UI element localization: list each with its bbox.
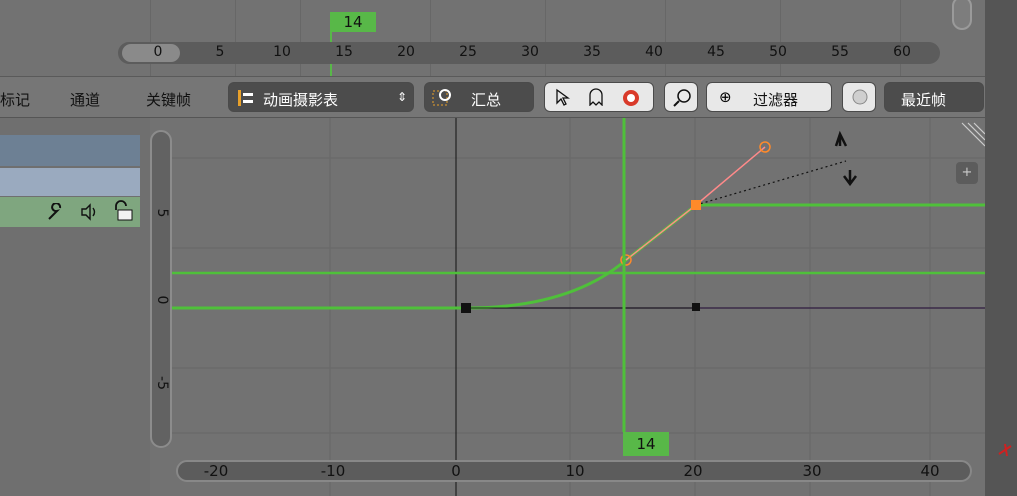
plus-icon: ⊕ bbox=[719, 88, 732, 106]
timeline-grid-line bbox=[235, 0, 236, 76]
wrench-icon[interactable] bbox=[46, 203, 66, 221]
dropdown-arrows-icon: ⇕ bbox=[397, 90, 408, 104]
zoom-button[interactable] bbox=[664, 82, 698, 112]
timeline-grid-line bbox=[150, 0, 151, 76]
ruler-tick: 40 bbox=[645, 44, 663, 60]
recent-frames-label: 最近帧 bbox=[901, 91, 947, 109]
current-frame-indicator-bottom[interactable]: 14 bbox=[623, 432, 669, 456]
value-scrollbar[interactable] bbox=[150, 130, 172, 448]
record-toggle[interactable] bbox=[842, 82, 876, 112]
recent-frames-dropdown[interactable]: 最近帧 bbox=[884, 82, 984, 112]
x-tick: 30 bbox=[802, 462, 822, 480]
ruler-tick: 60 bbox=[893, 44, 911, 60]
timeline-grid-line bbox=[900, 0, 901, 76]
menu-key[interactable]: 关键帧 bbox=[146, 89, 191, 110]
keyframe-point[interactable] bbox=[461, 303, 471, 313]
keyframe-handle-point[interactable] bbox=[692, 303, 700, 311]
ruler-tick: 55 bbox=[831, 44, 849, 60]
summary-label: 汇总 bbox=[471, 91, 502, 109]
summary-icon bbox=[432, 89, 451, 106]
ruler-tick: 20 bbox=[397, 44, 415, 60]
dopesheet-icon bbox=[238, 90, 253, 106]
handle-line-left bbox=[625, 204, 697, 261]
filter-button[interactable]: ⊕ 过滤器 bbox=[706, 82, 832, 112]
ruler-tick: 15 bbox=[335, 44, 353, 60]
vertical-scrollbar[interactable] bbox=[952, 0, 972, 30]
timeline-grid-line bbox=[300, 0, 301, 76]
timeline-grid-line bbox=[545, 0, 546, 76]
ghost-icon[interactable] bbox=[587, 88, 605, 106]
ruler-tick: 0 bbox=[153, 44, 163, 60]
y-tick: 5 bbox=[154, 208, 170, 218]
x-tick: 10 bbox=[565, 462, 585, 480]
selection-tools[interactable] bbox=[544, 82, 654, 112]
ruler-tick: 50 bbox=[769, 44, 787, 60]
rotate-arrow-up-icon bbox=[834, 130, 848, 147]
add-plus-button[interactable]: + bbox=[956, 162, 978, 184]
channel-row[interactable] bbox=[0, 168, 140, 196]
x-tick: 0 bbox=[451, 462, 461, 480]
ruler-tick: 25 bbox=[459, 44, 477, 60]
ruler-tick: 10 bbox=[273, 44, 291, 60]
lifebuoy-icon[interactable] bbox=[621, 88, 641, 108]
top-timeline[interactable] bbox=[0, 0, 985, 76]
x-tick: 20 bbox=[683, 462, 703, 480]
right-panel-edge bbox=[985, 0, 1017, 496]
y-tick: 0 bbox=[154, 295, 170, 305]
timeline-grid-line bbox=[665, 0, 666, 76]
magnifier-icon bbox=[673, 89, 691, 107]
ruler-tick: 30 bbox=[521, 44, 539, 60]
timeline-grid-line bbox=[430, 0, 431, 76]
fcurve-line[interactable] bbox=[170, 203, 985, 310]
x-tick: -10 bbox=[320, 462, 346, 480]
fcurve-canvas[interactable] bbox=[150, 118, 985, 496]
circle-icon bbox=[852, 89, 868, 105]
x-tick: -20 bbox=[203, 462, 229, 480]
rotation-guide-line bbox=[695, 160, 847, 206]
y-tick: -5 bbox=[154, 376, 170, 390]
editor-mode-dropdown[interactable]: 动画摄影表 ⇕ bbox=[228, 82, 414, 112]
editor-mode-label: 动画摄影表 bbox=[263, 91, 339, 109]
channel-row[interactable] bbox=[0, 135, 140, 166]
unlock-icon[interactable] bbox=[112, 200, 136, 222]
area-resize-handle[interactable] bbox=[961, 122, 985, 147]
handle-line-right bbox=[695, 146, 766, 206]
filter-label: 过滤器 bbox=[753, 91, 799, 109]
red-axis-icon bbox=[998, 443, 1012, 457]
timeline-grid-line bbox=[780, 0, 781, 76]
ruler-tick: 35 bbox=[583, 44, 601, 60]
speaker-icon[interactable] bbox=[80, 203, 102, 221]
ruler-tick: 45 bbox=[707, 44, 725, 60]
summary-toggle[interactable]: 汇总 bbox=[424, 82, 534, 112]
rotate-arrow-down-icon bbox=[843, 170, 857, 187]
current-frame-indicator[interactable]: 14 bbox=[330, 12, 376, 32]
cursor-icon[interactable] bbox=[553, 88, 571, 106]
x-tick: 40 bbox=[920, 462, 940, 480]
ruler-tick: 5 bbox=[215, 44, 225, 60]
menu-channel[interactable]: 通道 bbox=[70, 89, 100, 110]
menu-marker[interactable]: 标记 bbox=[0, 89, 30, 110]
keyframe-point-selected[interactable] bbox=[691, 200, 701, 210]
